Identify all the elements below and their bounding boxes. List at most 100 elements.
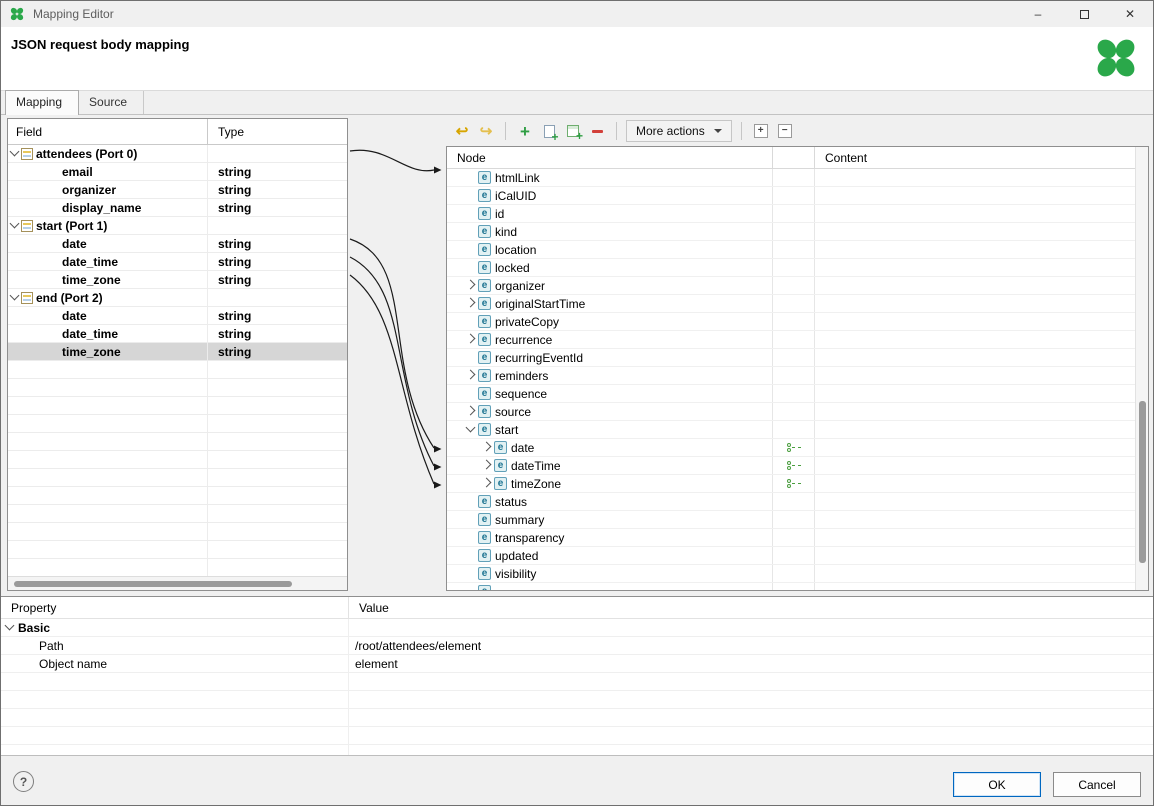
content-cell[interactable] [814, 493, 1148, 510]
tree-row[interactable]: evisibility [447, 565, 1148, 583]
column-header-field[interactable]: Field [8, 119, 207, 144]
chevron-closed-icon[interactable] [482, 460, 492, 470]
content-cell[interactable] [814, 187, 1148, 204]
property-row[interactable]: Object nameelement [1, 655, 1154, 673]
field-row[interactable]: datestring [8, 307, 347, 325]
field-row[interactable]: date_timestring [8, 253, 347, 271]
vertical-scrollbar-thumb[interactable] [1139, 401, 1146, 563]
field-row[interactable]: start (Port 1) [8, 217, 347, 235]
field-row[interactable]: attendees (Port 0) [8, 145, 347, 163]
add-child-element-icon[interactable] [540, 121, 558, 141]
chevron-open-icon[interactable] [10, 219, 20, 229]
column-header-node[interactable]: Node [447, 147, 772, 168]
content-cell[interactable] [814, 367, 1148, 384]
field-row[interactable]: emailstring [8, 163, 347, 181]
map-arrow-left-icon[interactable]: ↩ [453, 121, 471, 141]
column-header-value[interactable]: Value [348, 597, 1154, 618]
content-cell[interactable] [814, 259, 1148, 276]
more-actions-button[interactable]: More actions [626, 120, 732, 142]
cancel-button[interactable]: Cancel [1053, 772, 1141, 797]
tree-row[interactable]: ekind [447, 223, 1148, 241]
chevron-closed-icon[interactable] [482, 442, 492, 452]
add-element-icon[interactable]: + [516, 121, 534, 141]
content-cell[interactable] [814, 439, 1148, 456]
content-cell[interactable] [814, 241, 1148, 258]
content-cell[interactable] [814, 475, 1148, 492]
content-cell[interactable] [814, 457, 1148, 474]
tree-row[interactable]: eupdated [447, 547, 1148, 565]
chevron-open-icon[interactable] [466, 423, 476, 433]
content-cell[interactable] [814, 169, 1148, 186]
value-cell[interactable]: /root/attendees/element [348, 637, 1154, 654]
field-row[interactable]: organizerstring [8, 181, 347, 199]
chevron-open-icon[interactable] [10, 291, 20, 301]
chevron-closed-icon[interactable] [482, 478, 492, 488]
expand-all-icon[interactable]: + [752, 121, 770, 141]
content-cell[interactable] [814, 277, 1148, 294]
tab-mapping[interactable]: Mapping [5, 90, 79, 115]
tab-source[interactable]: Source [79, 91, 144, 114]
content-cell[interactable] [814, 583, 1148, 591]
content-cell[interactable] [814, 331, 1148, 348]
field-row[interactable]: end (Port 2) [8, 289, 347, 307]
value-cell[interactable] [348, 619, 1154, 636]
content-cell[interactable] [814, 313, 1148, 330]
tree-row[interactable]: elocked [447, 259, 1148, 277]
content-cell[interactable] [814, 511, 1148, 528]
tree-row[interactable]: edate [447, 439, 1148, 457]
column-header-content[interactable]: Content [814, 147, 1148, 168]
help-button[interactable]: ? [13, 771, 34, 792]
field-row[interactable]: display_namestring [8, 199, 347, 217]
tree-row[interactable]: eid [447, 205, 1148, 223]
value-cell[interactable]: element [348, 655, 1154, 672]
tree-row[interactable]: estart [447, 421, 1148, 439]
field-row-selected[interactable]: time_zonestring [8, 343, 347, 361]
tree-row[interactable]: eiCalUID [447, 187, 1148, 205]
content-cell[interactable] [814, 403, 1148, 420]
tree-row[interactable]: eoriginalStartTime [447, 295, 1148, 313]
tree-row[interactable]: estatus [447, 493, 1148, 511]
tree-row[interactable]: erecurringEventId [447, 349, 1148, 367]
tree-row[interactable]: eprivateCopy [447, 313, 1148, 331]
property-row[interactable]: Basic [1, 619, 1154, 637]
tree-row[interactable]: etransparency [447, 529, 1148, 547]
content-cell[interactable] [814, 349, 1148, 366]
field-row[interactable]: time_zonestring [8, 271, 347, 289]
tree-row[interactable]: ehtmlLink [447, 169, 1148, 187]
column-header-property[interactable]: Property [1, 597, 348, 618]
vertical-scrollbar[interactable] [1135, 147, 1148, 590]
tree-row[interactable]: esequence [447, 385, 1148, 403]
tree-row[interactable]: edateTime [447, 457, 1148, 475]
chevron-closed-icon[interactable] [466, 280, 476, 290]
content-cell[interactable] [814, 565, 1148, 582]
content-cell[interactable] [814, 421, 1148, 438]
ok-button[interactable]: OK [953, 772, 1041, 797]
content-cell[interactable] [814, 205, 1148, 222]
content-cell[interactable] [814, 385, 1148, 402]
tree-row[interactable]: esource [447, 403, 1148, 421]
horizontal-scrollbar-thumb[interactable] [14, 581, 292, 587]
tree-row[interactable]: e [447, 583, 1148, 591]
field-row[interactable]: datestring [8, 235, 347, 253]
tree-row[interactable]: etimeZone [447, 475, 1148, 493]
map-arrow-right-icon[interactable]: ↪ [477, 121, 495, 141]
tree-row[interactable]: elocation [447, 241, 1148, 259]
maximize-button[interactable] [1061, 1, 1107, 27]
add-wildcard-element-icon[interactable] [564, 121, 582, 141]
minimize-button[interactable]: – [1015, 1, 1061, 27]
chevron-closed-icon[interactable] [466, 370, 476, 380]
column-header-type[interactable]: Type [207, 119, 347, 144]
tree-row[interactable]: eorganizer [447, 277, 1148, 295]
chevron-open-icon[interactable] [10, 147, 20, 157]
remove-icon[interactable] [588, 121, 606, 141]
chevron-closed-icon[interactable] [466, 334, 476, 344]
content-cell[interactable] [814, 547, 1148, 564]
horizontal-scrollbar[interactable] [8, 576, 347, 590]
field-row[interactable]: date_timestring [8, 325, 347, 343]
collapse-all-icon[interactable]: − [776, 121, 794, 141]
chevron-closed-icon[interactable] [466, 406, 476, 416]
content-cell[interactable] [814, 223, 1148, 240]
chevron-open-icon[interactable] [5, 621, 15, 631]
tree-row[interactable]: ereminders [447, 367, 1148, 385]
chevron-closed-icon[interactable] [466, 298, 476, 308]
